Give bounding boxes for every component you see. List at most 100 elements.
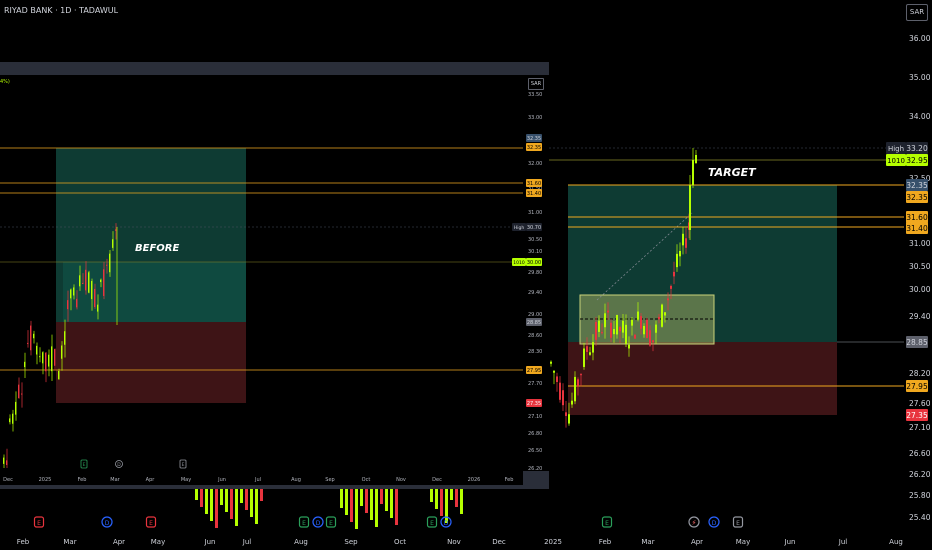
marker-letter: E: [149, 520, 153, 527]
main-candle-body: [619, 327, 621, 332]
main-price-axis: 36.0035.0034.0032.5031.0030.5030.0029.40…: [909, 34, 931, 522]
inset-price-label: 27.35: [527, 401, 541, 407]
main-candle-body: [577, 379, 579, 387]
main-candle-body: [667, 298, 669, 301]
strip-candle: [210, 489, 213, 521]
main-candle-body: [649, 330, 651, 346]
inset-price-tick: 27.70: [528, 381, 542, 387]
price-tick: 25.40: [909, 513, 931, 522]
inset-candle-body: [51, 346, 53, 372]
main-event-markers: E D E E D E E D E D E ⚡: [33, 516, 744, 528]
price-label: 27.35: [906, 411, 928, 420]
strip-candle: [365, 489, 368, 513]
main-candle-body: [601, 332, 603, 334]
marker-letter: E: [329, 520, 333, 527]
strip-candle: [355, 489, 358, 529]
time-tick: Feb: [17, 538, 30, 546]
main-candle-body: [679, 250, 681, 257]
main-candle-body: [574, 376, 576, 402]
price-tick: 34.00: [909, 112, 931, 121]
main-candle-body: [658, 316, 660, 320]
inset-candle-body: [112, 239, 114, 248]
price-label: 32.95: [906, 156, 928, 165]
price-tick: 31.00: [909, 239, 931, 248]
price-tick: 30.50: [909, 262, 931, 271]
inset-candle-body: [15, 401, 17, 415]
price-label: 27.95: [906, 382, 928, 391]
currency-button[interactable]: SAR: [906, 4, 928, 21]
inset-candle-body: [106, 264, 108, 266]
chart-canvas[interactable]: 36.0035.0034.0032.5031.0030.5030.0029.40…: [0, 0, 932, 550]
main-candle-body: [562, 390, 564, 406]
inset-price-label: 32.35: [527, 136, 541, 142]
main-candle-body: [616, 314, 618, 335]
main-candle-body: [571, 400, 573, 405]
main-candle-body: [595, 321, 597, 340]
inset-price-tick: 26.80: [528, 431, 542, 437]
strip-candle: [380, 489, 383, 504]
main-candle-body: [607, 310, 609, 313]
strip-candle: [340, 489, 343, 508]
main-candle-body: [610, 322, 612, 338]
inset-candle-body: [61, 345, 63, 359]
inset-price-tick: 30.10: [528, 249, 542, 255]
inset-currency-label: SAR: [528, 78, 544, 90]
marker-letter: E: [736, 520, 740, 527]
time-tick: Jun: [784, 538, 796, 546]
marker-letter: D: [316, 520, 321, 527]
main-candle-body: [664, 312, 666, 316]
main-candle-body: [550, 361, 552, 364]
inset-candle-body: [100, 279, 102, 283]
inset-candle-body: [36, 345, 38, 355]
inset-price-tag: High: [514, 225, 524, 231]
main-candle-body: [655, 324, 657, 333]
main-candle-body: [598, 320, 600, 332]
price-tick: 28.20: [909, 369, 931, 378]
time-tick: Apr: [113, 538, 125, 546]
marker-letter: E: [605, 520, 609, 527]
time-tick: Feb: [599, 538, 612, 546]
time-tick: Mar: [641, 538, 654, 546]
inset-candle-body: [82, 282, 84, 284]
price-label: 31.60: [906, 213, 928, 222]
strip-candle: [235, 489, 238, 526]
strip-candle: [195, 489, 198, 500]
main-candle-body: [622, 320, 624, 333]
before-annotation: BEFORE: [135, 243, 179, 254]
strip-candle: [460, 489, 463, 514]
inset-price-tick: 28.60: [528, 333, 542, 339]
inset-candle-body: [3, 457, 5, 464]
inset-candle-body: [21, 393, 23, 395]
inset-candle-body: [97, 304, 99, 312]
inset-price-tick: 26.50: [528, 448, 542, 454]
strip-candle: [230, 489, 233, 519]
split-marker-glyph: ⚡: [692, 519, 697, 527]
inset-candle-body: [76, 298, 78, 308]
strip-candle: [375, 489, 378, 527]
inset-time-tick: Feb: [78, 477, 87, 483]
time-tick: Apr: [691, 538, 703, 546]
inset-marker-letter: E: [182, 462, 185, 468]
main-candle-body: [565, 412, 567, 416]
main-candle-body: [592, 342, 594, 353]
inset-candle-body: [33, 333, 35, 339]
main-candle-body: [646, 319, 648, 339]
inset-candle-body: [30, 325, 32, 351]
price-tick: 30.00: [909, 285, 931, 294]
inset-time-tick: Feb: [505, 477, 514, 483]
inset-profit-inner: [63, 262, 246, 322]
price-tick: 36.00: [909, 34, 931, 43]
inset-candle-body: [42, 352, 44, 364]
inset-candle-body: [85, 269, 87, 291]
time-tick: Jun: [204, 538, 216, 546]
inset-time-tick: Jul: [254, 477, 261, 483]
chart-title: RIYAD BANK · 1D · TADAWUL: [4, 6, 119, 15]
main-candle-body: [625, 324, 627, 344]
price-tag: High: [888, 145, 904, 153]
inset-time-tick: Jun: [217, 477, 226, 483]
strip-candle: [225, 489, 228, 512]
target-annotation: TARGET: [708, 166, 757, 179]
inset-time-tick: Aug: [291, 477, 301, 483]
main-candle-body: [553, 370, 555, 373]
inset-price-tick: 29.00: [528, 312, 542, 318]
